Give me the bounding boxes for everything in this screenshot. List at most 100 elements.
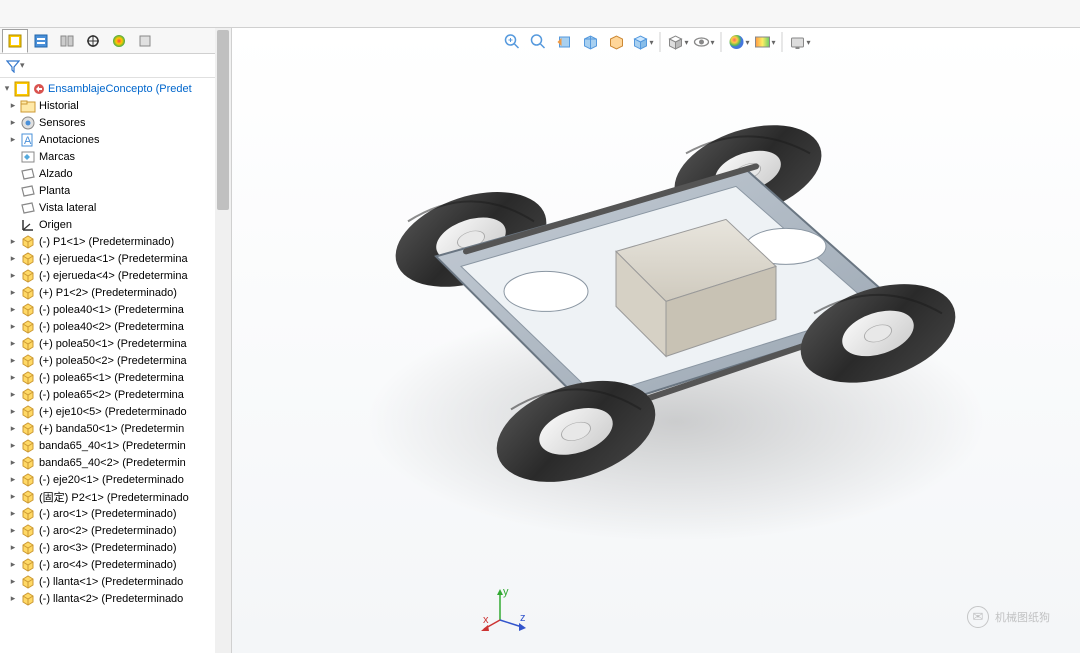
expander-icon[interactable]: ▸ [8,135,18,145]
tree-item[interactable]: ▸banda65_40<1> (Predetermin [0,437,231,454]
coordinate-triad[interactable]: y x z [480,585,530,635]
tree-item[interactable]: ▸ (-) llanta<2> (Predeterminado [0,590,231,607]
tree-item[interactable]: Planta [0,182,231,199]
zoom-fit-icon[interactable] [501,30,525,54]
expander-icon[interactable]: ▸ [8,322,18,332]
tree-item[interactable]: ▸(固定) P2<1> (Predeterminado [0,488,231,505]
tree-item-label: Alzado [39,168,73,180]
tree-item[interactable]: Origen [0,216,231,233]
expander-icon[interactable]: ▸ [8,577,18,587]
tab-dimxpert[interactable] [80,29,106,53]
expander-icon[interactable] [8,186,18,196]
tab-configuration-manager[interactable] [54,29,80,53]
tree-item[interactable]: ▸(-) polea65<1> (Predetermina [0,369,231,386]
expander-icon[interactable]: ▸ [8,526,18,536]
expander-icon[interactable]: ▸ [8,560,18,570]
plane-icon [20,183,36,199]
expander-icon[interactable]: ▸ [8,492,18,502]
tree-item[interactable]: ▸ (-) ejerueda<4> (Predetermina [0,267,231,284]
tree-item[interactable]: ▸AAnotaciones [0,131,231,148]
previous-view-icon[interactable] [553,30,577,54]
tree-item[interactable]: ▸(+) polea50<2> (Predetermina [0,352,231,369]
rebuild-icon [33,81,45,97]
expander-icon[interactable] [8,152,18,162]
tree-item[interactable]: ▸(+) P1<2> (Predeterminado) [0,284,231,301]
tree-item-label: (+) eje10<5> (Predeterminado [39,406,187,418]
model-render [316,91,996,571]
tree-item[interactable]: Alzado [0,165,231,182]
expander-icon[interactable]: ▸ [8,339,18,349]
tree-item[interactable]: ▸(+) banda50<1> (Predetermin [0,420,231,437]
expander-icon[interactable]: ▸ [8,101,18,111]
tree-item-label: (-) llanta<2> (Predeterminado [39,593,183,605]
tab-feature-tree[interactable] [2,29,28,53]
filter-dropdown-icon[interactable]: ▾ [20,60,25,71]
tree-item[interactable]: ▸ (-) llanta<1> (Predeterminado [0,573,231,590]
tree-item[interactable]: ▸(+) polea50<1> (Predetermina [0,335,231,352]
tree-item[interactable]: ▸(-) eje20<1> (Predeterminado [0,471,231,488]
tree-item[interactable]: ▸(-) ejerueda<1> (Predetermina [0,250,231,267]
expander-icon[interactable]: ▸ [8,254,18,264]
tree-item[interactable]: ▸(-) P1<1> (Predeterminado) [0,233,231,250]
apply-scene-icon[interactable]: ▾ [753,30,777,54]
display-style-icon[interactable]: ▾ [666,30,690,54]
tree-item[interactable]: ▸(-) aro<2> (Predeterminado) [0,522,231,539]
expander-icon[interactable] [8,220,18,230]
expander-icon[interactable]: ▸ [8,373,18,383]
expander-icon[interactable]: ▸ [8,458,18,468]
tree-item-label: (-) ejerueda<4> (Predetermina [39,270,188,282]
hide-show-icon[interactable]: ▾ [692,30,716,54]
expander-icon[interactable]: ▸ [8,288,18,298]
expander-icon[interactable]: ▸ [8,424,18,434]
graphics-viewport[interactable]: ▾ ▾ ▾ ▾ ▾ ▾ [232,28,1080,653]
view-orientation-icon[interactable]: ▾ [631,30,655,54]
expander-icon[interactable]: ▾ [2,84,12,94]
expander-icon[interactable]: ▸ [8,509,18,519]
tab-property-manager[interactable] [28,29,54,53]
expander-icon[interactable]: ▸ [8,118,18,128]
tree-scrollbar[interactable] [215,78,231,653]
scroll-thumb[interactable] [217,78,229,210]
expander-icon[interactable]: ▸ [8,475,18,485]
tree-item[interactable]: ▸(-) polea65<2> (Predetermina [0,386,231,403]
svg-text:y: y [503,586,509,598]
tree-item[interactable]: ▸ (-) aro<4> (Predeterminado) [0,556,231,573]
tree-item[interactable]: ▸ banda65_40<2> (Predetermin [0,454,231,471]
tree-item[interactable]: ▸ (-) aro<3> (Predeterminado) [0,539,231,556]
expander-icon[interactable]: ▸ [8,356,18,366]
tree-item[interactable]: ▸(-) aro<1> (Predeterminado) [0,505,231,522]
tab-display-manager[interactable] [106,29,132,53]
tree-root[interactable]: ▾ EnsamblajeConcepto (Predet [0,80,231,97]
expander-icon[interactable]: ▸ [8,271,18,281]
section-view-icon[interactable] [579,30,603,54]
expander-icon[interactable] [8,169,18,179]
part-icon [20,438,36,454]
expander-icon[interactable]: ▸ [8,543,18,553]
edit-appearance-icon[interactable]: ▾ [727,30,751,54]
expander-icon[interactable] [8,203,18,213]
tree-item-label: (-) aro<4> (Predeterminado) [39,559,177,571]
tree-item[interactable]: ▸Historial [0,97,231,114]
tree-item-label: (-) aro<3> (Predeterminado) [39,542,177,554]
tree-item[interactable]: ▸Sensores [0,114,231,131]
expander-icon[interactable]: ▸ [8,594,18,604]
tab-extra[interactable] [132,29,158,53]
expander-icon[interactable]: ▸ [8,237,18,247]
zoom-area-icon[interactable] [527,30,551,54]
tree-item[interactable]: ▸(-) polea40<2> (Predetermina [0,318,231,335]
part-icon [20,302,36,318]
expander-icon[interactable]: ▸ [8,407,18,417]
expander-icon[interactable]: ▸ [8,390,18,400]
tree-item-label: banda65_40<2> (Predetermin [39,457,186,469]
tree-item[interactable]: ▸ (+) eje10<5> (Predeterminado [0,403,231,420]
tree-item[interactable]: Marcas [0,148,231,165]
expander-icon[interactable]: ▸ [8,441,18,451]
expander-icon[interactable]: ▸ [8,305,18,315]
feature-tree[interactable]: ▾ EnsamblajeConcepto (Predet ▸Historial▸… [0,78,231,653]
dynamic-annotation-icon[interactable] [605,30,629,54]
tree-item-label: Origen [39,219,72,231]
tree-item[interactable]: Vista lateral [0,199,231,216]
tree-item-label: (-) llanta<1> (Predeterminado [39,576,183,588]
tree-item[interactable]: ▸(-) polea40<1> (Predetermina [0,301,231,318]
view-settings-icon[interactable]: ▾ [788,30,812,54]
